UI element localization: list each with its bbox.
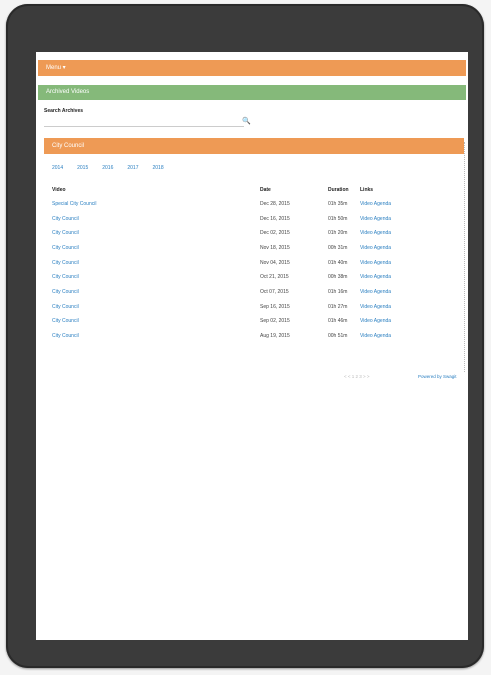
column-header-date: Date xyxy=(260,187,271,193)
section-title: City Council xyxy=(44,138,464,154)
duration-cell: 00h 31m xyxy=(328,245,348,251)
duration-cell: 01h 16m xyxy=(328,289,348,295)
video-link[interactable]: City Council xyxy=(52,304,79,310)
screen: Menu ▾ Archived Videos Search Archives 🔍… xyxy=(36,52,468,640)
links-cell[interactable]: Video Agenda xyxy=(360,318,391,324)
table-row: City Council Dec 02, 2015 01h 20m Video … xyxy=(36,230,468,242)
video-link[interactable]: City Council xyxy=(52,289,79,295)
date-cell: Aug 19, 2015 xyxy=(260,333,290,339)
date-cell: Dec 02, 2015 xyxy=(260,230,290,236)
date-cell: Oct 07, 2015 xyxy=(260,289,289,295)
links-cell[interactable]: Video Agenda xyxy=(360,333,391,339)
date-cell: Nov 04, 2015 xyxy=(260,260,290,266)
table-row: City Council Sep 16, 2015 01h 27m Video … xyxy=(36,304,468,316)
video-link[interactable]: City Council xyxy=(52,274,79,280)
date-cell: Sep 16, 2015 xyxy=(260,304,290,310)
search-label: Search Archives xyxy=(44,108,84,114)
table-row: City Council Oct 21, 2015 00h 38m Video … xyxy=(36,274,468,286)
year-tab[interactable]: 2017 xyxy=(127,165,138,171)
column-header-duration: Duration xyxy=(328,187,349,193)
menu-bar[interactable]: Menu ▾ xyxy=(38,60,466,76)
year-tab[interactable]: 2016 xyxy=(102,165,113,171)
links-cell[interactable]: Video Agenda xyxy=(360,201,391,207)
table-row: City Council Dec 16, 2015 01h 50m Video … xyxy=(36,216,468,228)
video-link[interactable]: City Council xyxy=(52,260,79,266)
pagination[interactable]: < < 1 2 3 > > xyxy=(344,374,370,379)
date-cell: Dec 16, 2015 xyxy=(260,216,290,222)
video-link[interactable]: Special City Council xyxy=(52,201,96,207)
links-cell[interactable]: Video Agenda xyxy=(360,260,391,266)
links-cell[interactable]: Video Agenda xyxy=(360,230,391,236)
duration-cell: 01h 50m xyxy=(328,216,348,222)
links-cell[interactable]: Video Agenda xyxy=(360,304,391,310)
table-row: City Council Aug 19, 2015 00h 51m Video … xyxy=(36,333,468,345)
archive-title-bar: Archived Videos xyxy=(38,85,466,100)
year-tab[interactable]: 2018 xyxy=(153,165,164,171)
column-header-video: Video xyxy=(52,187,66,193)
links-cell[interactable]: Video Agenda xyxy=(360,216,391,222)
year-tab[interactable]: 2015 xyxy=(77,165,88,171)
duration-cell: 01h 40m xyxy=(328,260,348,266)
search-input[interactable] xyxy=(44,116,244,127)
search-icon[interactable]: 🔍 xyxy=(242,117,251,125)
video-link[interactable]: City Council xyxy=(52,216,79,222)
scrollbar[interactable] xyxy=(464,142,466,372)
table-row: Special City Council Dec 28, 2015 01h 35… xyxy=(36,201,468,213)
video-link[interactable]: City Council xyxy=(52,245,79,251)
links-cell[interactable]: Video Agenda xyxy=(360,245,391,251)
date-cell: Sep 02, 2015 xyxy=(260,318,290,324)
table-row: City Council Nov 04, 2015 01h 40m Video … xyxy=(36,260,468,272)
duration-cell: 01h 35m xyxy=(328,201,348,207)
duration-cell: 01h 46m xyxy=(328,318,348,324)
video-link[interactable]: City Council xyxy=(52,333,79,339)
date-cell: Oct 21, 2015 xyxy=(260,274,289,280)
powered-by-link[interactable]: Powered by Swagit xyxy=(418,374,457,379)
date-cell: Nov 18, 2015 xyxy=(260,245,290,251)
table-row: City Council Nov 18, 2015 00h 31m Video … xyxy=(36,245,468,257)
tablet-frame: Menu ▾ Archived Videos Search Archives 🔍… xyxy=(6,4,484,668)
year-tabs: 2014 2015 2016 2017 2018 xyxy=(52,165,164,171)
duration-cell: 00h 38m xyxy=(328,274,348,280)
column-header-links: Links xyxy=(360,187,374,193)
date-cell: Dec 28, 2015 xyxy=(260,201,290,207)
year-tab[interactable]: 2014 xyxy=(52,165,63,171)
table-row: City Council Oct 07, 2015 01h 16m Video … xyxy=(36,289,468,301)
links-cell[interactable]: Video Agenda xyxy=(360,274,391,280)
links-cell[interactable]: Video Agenda xyxy=(360,289,391,295)
duration-cell: 01h 20m xyxy=(328,230,348,236)
video-link[interactable]: City Council xyxy=(52,318,79,324)
table-row: City Council Sep 02, 2015 01h 46m Video … xyxy=(36,318,468,330)
duration-cell: 01h 27m xyxy=(328,304,348,310)
video-link[interactable]: City Council xyxy=(52,230,79,236)
duration-cell: 00h 51m xyxy=(328,333,348,339)
